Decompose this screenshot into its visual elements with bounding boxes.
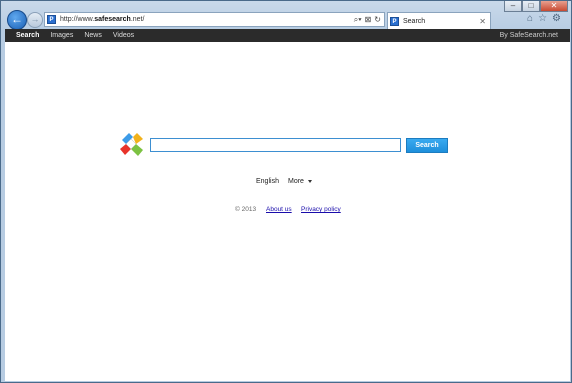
- favorites-star-icon[interactable]: ☆: [538, 13, 547, 24]
- forward-button[interactable]: →: [27, 12, 43, 28]
- close-tab-icon[interactable]: ✕: [479, 17, 486, 26]
- about-us-link[interactable]: About us: [266, 206, 292, 213]
- tab-title: Search: [403, 17, 426, 25]
- more-languages-dropdown[interactable]: More: [288, 178, 312, 185]
- address-bar-icons: ⌕▾ ⊠ ↻: [354, 15, 381, 25]
- search-input[interactable]: [150, 138, 401, 152]
- privacy-policy-link[interactable]: Privacy policy: [301, 206, 341, 213]
- site-top-nav: Search Images News Videos By SafeSearch.…: [5, 29, 570, 42]
- tab-search[interactable]: P Search ✕: [387, 12, 491, 29]
- safesearch-logo-icon: [120, 133, 143, 156]
- page-viewport: Search Images News Videos By SafeSearch.…: [5, 29, 570, 381]
- site-favicon-icon: P: [47, 15, 56, 24]
- search-dropdown-icon[interactable]: ⌕▾: [354, 15, 362, 25]
- home-icon[interactable]: ⌂: [527, 13, 533, 24]
- browser-tools: ⌂ ☆ ⚙: [527, 13, 561, 24]
- caret-down-icon: [307, 179, 312, 183]
- nav-item-images[interactable]: Images: [50, 32, 73, 39]
- nav-item-videos[interactable]: Videos: [113, 32, 134, 39]
- nav-item-news[interactable]: News: [84, 32, 102, 39]
- address-bar[interactable]: P http://www.safesearch.net/ ⌕▾ ⊠ ↻: [44, 12, 385, 27]
- tab-favicon-icon: P: [390, 16, 399, 26]
- address-url[interactable]: http://www.safesearch.net/: [60, 16, 354, 23]
- search-button[interactable]: Search: [406, 138, 448, 153]
- copyright-text: © 2013: [235, 206, 257, 213]
- language-english-link[interactable]: English: [256, 178, 279, 185]
- compatibility-view-icon[interactable]: ⊠: [365, 15, 372, 25]
- more-label: More: [288, 178, 304, 185]
- browser-window: ‒ □ ✕ ← → P http://www.safesearch.net/ ⌕…: [0, 0, 572, 383]
- refresh-icon[interactable]: ↻: [374, 15, 381, 25]
- nav-item-search[interactable]: Search: [16, 32, 39, 39]
- provider-label: By SafeSearch.net: [499, 32, 558, 39]
- settings-gear-icon[interactable]: ⚙: [552, 13, 561, 24]
- back-button[interactable]: ←: [7, 10, 27, 30]
- browser-navigation-row: ← → P http://www.safesearch.net/ ⌕▾ ⊠ ↻ …: [5, 10, 567, 30]
